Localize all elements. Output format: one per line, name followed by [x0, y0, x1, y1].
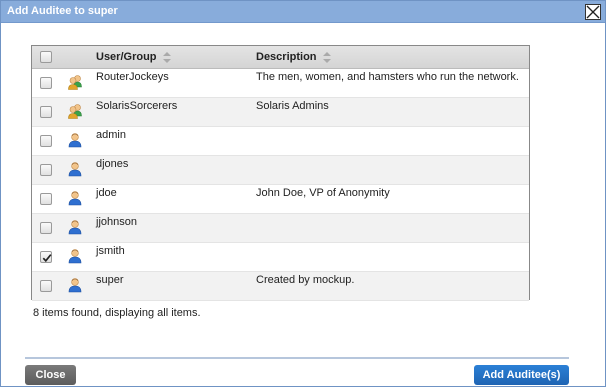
footer-divider [25, 357, 569, 359]
user-icon [67, 277, 83, 293]
row-checkbox[interactable] [40, 280, 52, 292]
row-description: John Doe, VP of Anonymity [256, 187, 390, 199]
user-group-grid: User/Group Description RouterJockeys The … [31, 45, 530, 301]
row-checkbox[interactable] [40, 164, 52, 176]
table-row[interactable]: SolarisSorcerers Solaris Admins [32, 98, 529, 127]
row-name: admin [96, 129, 126, 141]
row-name: super [96, 274, 124, 286]
table-row[interactable]: RouterJockeys The men, women, and hamster… [32, 69, 529, 98]
table-row[interactable]: jjohnson [32, 214, 529, 243]
select-all-checkbox[interactable] [40, 51, 52, 63]
row-checkbox[interactable] [40, 222, 52, 234]
row-checkbox[interactable] [40, 106, 52, 118]
row-checkbox[interactable] [40, 193, 52, 205]
grid-header: User/Group Description [32, 46, 529, 69]
user-icon [67, 161, 83, 177]
row-description: Created by mockup. [256, 274, 355, 286]
row-checkbox[interactable] [40, 251, 52, 263]
row-name: RouterJockeys [96, 71, 169, 83]
dialog-titlebar: Add Auditee to super [1, 1, 605, 23]
add-auditee-dialog: Add Auditee to super User/Group Descript… [0, 0, 606, 387]
row-name: SolarisSorcerers [96, 100, 178, 112]
row-name: djones [96, 158, 129, 170]
row-description: The men, women, and hamsters who run the… [256, 71, 519, 83]
sort-icon [162, 51, 171, 63]
user-icon [67, 190, 83, 206]
result-count: 8 items found, displaying all items. [33, 307, 201, 319]
table-row[interactable]: super Created by mockup. [32, 272, 529, 301]
close-icon[interactable] [585, 4, 601, 20]
table-row[interactable]: admin [32, 127, 529, 156]
row-name: jsmith [96, 245, 125, 257]
dialog-title: Add Auditee to super [7, 5, 118, 17]
column-header-description[interactable]: Description [256, 51, 331, 63]
row-checkbox[interactable] [40, 135, 52, 147]
sort-icon [322, 51, 331, 63]
user-icon [67, 219, 83, 235]
group-icon [67, 74, 83, 90]
table-row[interactable]: djones [32, 156, 529, 185]
close-button[interactable]: Close [25, 365, 76, 385]
table-row[interactable]: jdoe John Doe, VP of Anonymity [32, 185, 529, 214]
row-name: jjohnson [96, 216, 137, 228]
user-icon [67, 248, 83, 264]
row-description: Solaris Admins [256, 100, 329, 112]
user-icon [67, 132, 83, 148]
add-auditees-button[interactable]: Add Auditee(s) [474, 365, 569, 385]
group-icon [67, 103, 83, 119]
row-name: jdoe [96, 187, 117, 199]
table-row[interactable]: jsmith [32, 243, 529, 272]
column-header-user-group[interactable]: User/Group [96, 51, 171, 63]
row-checkbox[interactable] [40, 77, 52, 89]
